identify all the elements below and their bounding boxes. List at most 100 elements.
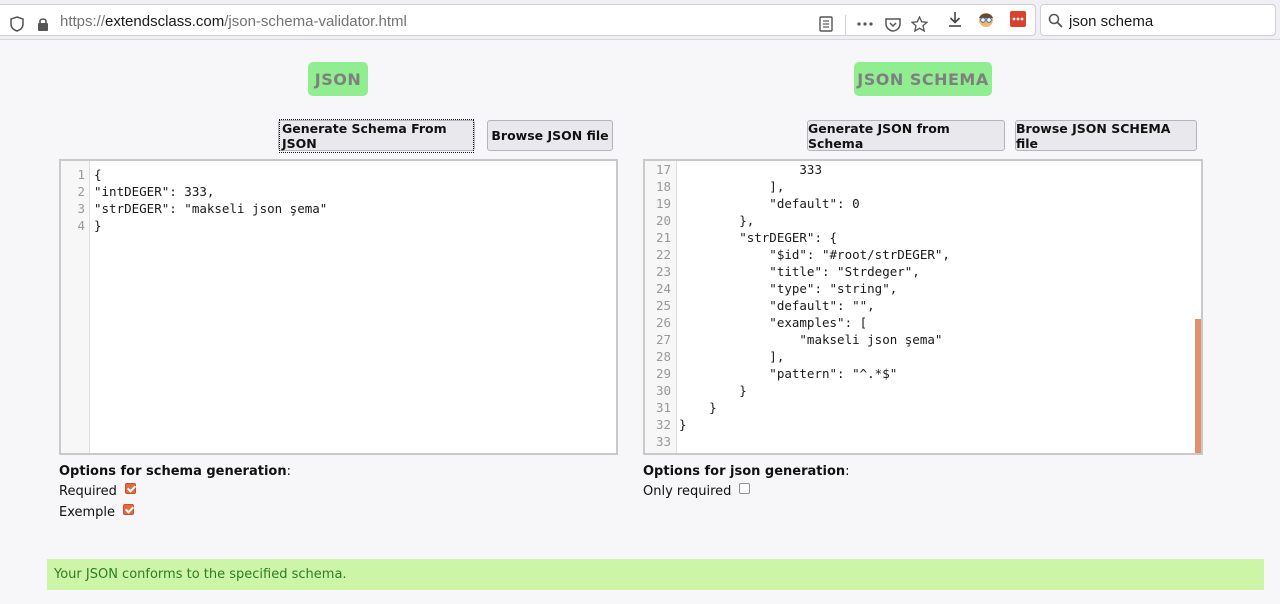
- code-line: 23 "title": "Strdeger",: [645, 263, 1201, 280]
- code-text[interactable]: "strDEGER": {: [679, 229, 837, 246]
- search-input[interactable]: [1067, 10, 1271, 32]
- schema-editor-scrollbar[interactable]: [1195, 319, 1201, 453]
- validation-status: Your JSON conforms to the specified sche…: [47, 559, 1264, 590]
- option-required-checkbox[interactable]: [124, 483, 136, 494]
- code-line: 28 ],: [645, 348, 1201, 365]
- bookmark-star-icon[interactable]: [910, 15, 928, 33]
- line-number: 3: [77, 201, 85, 216]
- json-options-title: Options for json generation:: [643, 464, 850, 479]
- code-line: 18 ],: [645, 178, 1201, 195]
- code-text[interactable]: "default": "",: [679, 297, 874, 314]
- code-text[interactable]: "title": "Strdeger",: [679, 263, 920, 280]
- line-number: 27: [655, 332, 671, 347]
- option-only-required[interactable]: Only required: [643, 483, 751, 499]
- code-line: 25 "default": "",: [645, 297, 1201, 314]
- code-text[interactable]: {: [94, 166, 102, 183]
- code-line: 29 "pattern": "^.*$": [645, 365, 1201, 382]
- code-line: 19 "default": 0: [645, 195, 1201, 212]
- schema-editor[interactable]: 17 333 18 ], 19 "default": 0 20 }, 21 "strDE…: [643, 159, 1203, 455]
- json-options-title-text: Options for json generation: [643, 464, 846, 479]
- code-text[interactable]: "pattern": "^.*$": [679, 365, 897, 382]
- code-line: 20 },: [645, 212, 1201, 229]
- option-only-required-label: Only required: [643, 484, 732, 499]
- json-heading: JSON: [308, 62, 368, 96]
- line-number: 4: [77, 218, 85, 233]
- code-line: 26 "examples": [: [645, 314, 1201, 331]
- option-only-required-checkbox[interactable]: [739, 483, 751, 494]
- separator: [845, 15, 846, 35]
- browser-toolbar: https://extendsclass.com/json-schema-val…: [0, 0, 1280, 40]
- json-editor[interactable]: 1{2 "intDEGER": 333, 3 "strDEGER": "makseli…: [59, 159, 618, 455]
- code-text[interactable]: }: [679, 399, 717, 416]
- code-line: 33: [645, 433, 1201, 450]
- browse-json-button[interactable]: Browse JSON file: [487, 120, 613, 151]
- line-number: 17: [655, 162, 671, 177]
- reader-view-icon[interactable]: [817, 15, 835, 33]
- shield-icon[interactable]: [8, 15, 26, 33]
- option-required[interactable]: Required: [59, 483, 136, 499]
- generate-schema-button[interactable]: Generate Schema From JSON: [278, 118, 475, 153]
- line-number: 31: [655, 400, 671, 415]
- code-line: 27 "makseli json şema": [645, 331, 1201, 348]
- code-text[interactable]: "examples": [: [679, 314, 867, 331]
- option-exemple-checkbox[interactable]: [123, 504, 135, 515]
- code-line: 32}: [645, 416, 1201, 433]
- more-actions-icon[interactable]: [856, 15, 874, 33]
- line-number: 30: [655, 383, 671, 398]
- line-number: 18: [655, 179, 671, 194]
- line-number: 29: [655, 366, 671, 381]
- code-text[interactable]: }: [679, 416, 687, 433]
- search-box[interactable]: [1040, 4, 1276, 36]
- code-text[interactable]: "default": 0: [679, 195, 859, 212]
- code-text[interactable]: "makseli json şema": [679, 331, 942, 348]
- code-text[interactable]: ],: [679, 348, 784, 365]
- code-text[interactable]: "strDEGER": "makseli json şema": [94, 200, 327, 217]
- extension-red-icon[interactable]: [1009, 10, 1027, 28]
- code-line: 31 }: [645, 399, 1201, 416]
- option-exemple[interactable]: Exemple: [59, 504, 135, 520]
- code-text[interactable]: "type": "string",: [679, 280, 897, 297]
- code-line: 17 333: [645, 161, 1201, 178]
- line-number: 26: [655, 315, 671, 330]
- lock-icon[interactable]: [34, 15, 52, 33]
- pocket-icon[interactable]: [884, 15, 902, 33]
- extension-face-icon[interactable]: [977, 10, 995, 28]
- generate-json-button[interactable]: Generate JSON from Schema: [807, 120, 1005, 151]
- code-text[interactable]: },: [679, 212, 754, 229]
- code-text[interactable]: 333: [679, 161, 822, 178]
- code-line: 24 "type": "string",: [645, 280, 1201, 297]
- url-host: extendsclass.com: [105, 13, 225, 30]
- line-number: 32: [655, 417, 671, 432]
- download-icon[interactable]: [946, 10, 964, 28]
- line-number: 33: [655, 434, 671, 449]
- option-required-label: Required: [59, 484, 117, 499]
- browse-schema-button[interactable]: Browse JSON SCHEMA file: [1015, 120, 1197, 151]
- schema-options-title: Options for schema generation:: [59, 464, 291, 479]
- address-bar[interactable]: https://extendsclass.com/json-schema-val…: [0, 4, 1036, 36]
- url-prefix: https://: [60, 13, 106, 30]
- schema-options-colon: :: [286, 464, 291, 479]
- line-number: 20: [655, 213, 671, 228]
- schema-options-title-text: Options for schema generation: [59, 464, 287, 479]
- line-number: 25: [655, 298, 671, 313]
- code-text[interactable]: ],: [679, 178, 784, 195]
- code-line: 2 "intDEGER": 333,: [61, 183, 616, 200]
- line-number: 2: [77, 184, 85, 199]
- search-icon: [1046, 11, 1064, 29]
- line-number: 21: [655, 230, 671, 245]
- code-line: 22 "$id": "#root/strDEGER",: [645, 246, 1201, 263]
- code-text[interactable]: "intDEGER": 333,: [94, 183, 214, 200]
- json-schema-heading: JSON SCHEMA: [854, 62, 992, 96]
- url-text[interactable]: https://extendsclass.com/json-schema-val…: [60, 13, 407, 30]
- line-number: 19: [655, 196, 671, 211]
- json-options-colon: :: [845, 464, 850, 479]
- code-line: 21 "strDEGER": {: [645, 229, 1201, 246]
- code-text[interactable]: }: [679, 382, 747, 399]
- line-number: 24: [655, 281, 671, 296]
- line-number: 22: [655, 247, 671, 262]
- code-line: 30 }: [645, 382, 1201, 399]
- code-text[interactable]: }: [94, 217, 102, 234]
- line-number: 28: [655, 349, 671, 364]
- code-text[interactable]: "$id": "#root/strDEGER",: [679, 246, 950, 263]
- line-number: 23: [655, 264, 671, 279]
